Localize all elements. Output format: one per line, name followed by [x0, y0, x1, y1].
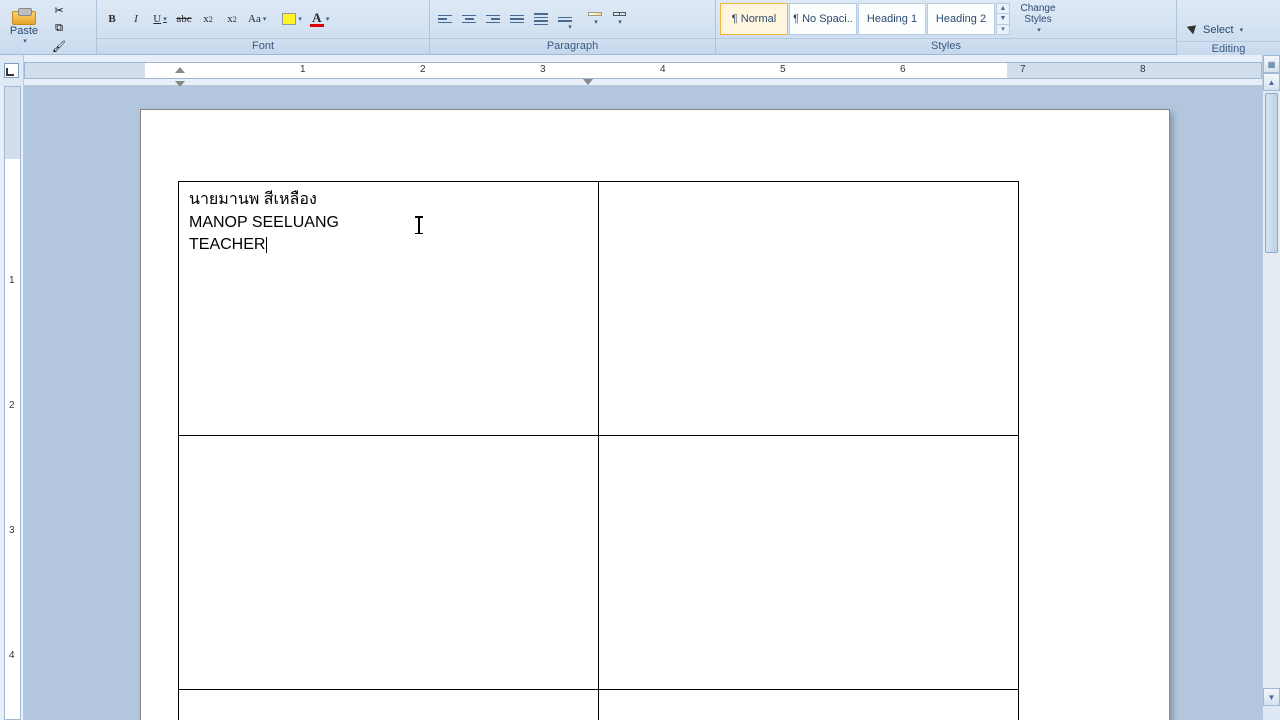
group-label-paragraph: Paragraph — [430, 38, 715, 54]
vertical-scrollbar[interactable]: ▦ ▲ ▼ — [1262, 55, 1280, 720]
borders-button[interactable]: ▾ — [608, 8, 630, 30]
distribute-button[interactable] — [530, 8, 552, 30]
font-color-icon: A — [310, 12, 324, 27]
align-right-button[interactable] — [482, 8, 504, 30]
page[interactable]: นายมานพ สีเหลือง MANOP SEELUANG TEACHER — [140, 109, 1170, 720]
copy-icon: ⧉ — [55, 22, 63, 35]
superscript-button[interactable]: x2 — [221, 8, 243, 30]
ruler-num: 6 — [900, 64, 906, 75]
document-viewport[interactable]: นายมานพ สีเหลือง MANOP SEELUANG TEACHER — [24, 86, 1262, 720]
group-clipboard: Paste ▾ ✂ ⧉ 🖌 Clipboard — [0, 0, 97, 54]
shading-button[interactable]: ▾ — [584, 8, 606, 30]
style-gallery-scroll[interactable]: ▲ ▼ ▾ — [996, 3, 1010, 35]
table-cell[interactable] — [179, 690, 599, 720]
ruler-toggle[interactable]: ▦ — [1263, 55, 1280, 73]
select-button[interactable]: Select ▾ — [1185, 21, 1272, 39]
bucket-icon — [588, 12, 602, 16]
subscript-button[interactable]: x2 — [197, 8, 219, 30]
group-editing: x Select ▾ Editing — [1177, 0, 1280, 54]
more-icon[interactable]: ▾ — [997, 25, 1009, 34]
align-left-button[interactable] — [434, 8, 456, 30]
change-styles-label: Change Styles — [1014, 3, 1062, 25]
ruler-num: 2 — [420, 64, 426, 75]
paste-icon — [12, 11, 36, 25]
vertical-ruler[interactable]: 1 2 3 4 — [0, 86, 24, 720]
chevron-down-icon: ▾ — [1037, 25, 1041, 36]
highlight-button[interactable]: ▾ — [279, 8, 305, 30]
text-cursor — [266, 237, 267, 253]
bold-button[interactable]: B — [101, 8, 123, 30]
line-spacing-button[interactable]: ▾ — [554, 8, 576, 30]
document-area: 1 2 3 4 นายมานพ สีเหลือง MANOP SEELUANG … — [0, 86, 1262, 720]
i-beam-cursor-icon — [418, 216, 420, 234]
tab-selector[interactable] — [0, 55, 24, 86]
ruler-num: 5 — [780, 64, 786, 75]
ruler-num: 7 — [1020, 64, 1026, 75]
ribbon: Paste ▾ ✂ ⧉ 🖌 Clipboard B I U▾ abc x2 x2… — [0, 0, 1280, 55]
justify-button[interactable] — [506, 8, 528, 30]
first-line-indent[interactable] — [175, 67, 185, 73]
group-label-font: Font — [97, 38, 429, 54]
scrollbar-corner — [1263, 706, 1280, 720]
text-line[interactable]: TEACHER — [189, 234, 588, 256]
align-center-button[interactable] — [458, 8, 480, 30]
ruler-num: 1 — [300, 64, 306, 75]
scrollbar-thumb[interactable] — [1265, 93, 1278, 253]
group-styles: ¶ Normal ¶ No Spaci.. Heading 1 Heading … — [716, 0, 1177, 54]
group-label-styles: Styles — [716, 38, 1176, 54]
style-normal[interactable]: ¶ Normal — [720, 3, 788, 35]
pointer-icon — [1189, 23, 1199, 37]
cut-button[interactable]: ✂ — [48, 2, 70, 18]
font-color-button[interactable]: A▾ — [307, 8, 333, 30]
document-table[interactable]: นายมานพ สีเหลือง MANOP SEELUANG TEACHER — [178, 181, 1019, 720]
ruler-num: 4 — [660, 64, 666, 75]
strikethrough-button[interactable]: abc — [173, 8, 195, 30]
scroll-up-button[interactable]: ▲ — [1263, 73, 1280, 91]
ruler-num: 8 — [1140, 64, 1146, 75]
ruler-num: 3 — [540, 64, 546, 75]
style-no-spacing[interactable]: ¶ No Spaci.. — [789, 3, 857, 35]
chevron-up-icon[interactable]: ▲ — [997, 4, 1009, 14]
scroll-down-button[interactable]: ▼ — [1263, 688, 1280, 706]
table-cell[interactable] — [599, 690, 1019, 720]
style-heading1[interactable]: Heading 1 — [858, 3, 926, 35]
horizontal-ruler[interactable]: 1 2 3 4 5 6 7 8 — [24, 62, 1262, 79]
table-cell[interactable]: นายมานพ สีเหลือง MANOP SEELUANG TEACHER — [179, 182, 599, 436]
copy-button[interactable]: ⧉ — [48, 20, 70, 36]
scrollbar-track[interactable] — [1263, 91, 1280, 688]
brush-icon: 🖌 — [52, 40, 66, 53]
right-indent[interactable] — [583, 79, 593, 85]
border-icon — [613, 12, 626, 16]
select-label: Select — [1203, 24, 1234, 36]
chevron-down-icon: ▾ — [1240, 26, 1244, 34]
scissors-icon: ✂ — [54, 4, 63, 17]
group-font: B I U▾ abc x2 x2 Aa▾ ▾ A▾ Font — [97, 0, 430, 54]
table-cell[interactable] — [179, 436, 599, 690]
text-line[interactable]: MANOP SEELUANG — [189, 212, 588, 234]
format-painter-button[interactable]: 🖌 — [48, 38, 70, 54]
chevron-down-icon: ▾ — [23, 37, 27, 45]
highlight-icon — [282, 13, 296, 25]
style-gallery: ¶ Normal ¶ No Spaci.. Heading 1 Heading … — [720, 3, 1010, 35]
paste-button[interactable]: Paste ▾ — [4, 11, 44, 45]
ruler-area: 1 2 3 4 5 6 7 8 — [0, 55, 1280, 86]
italic-button[interactable]: I — [125, 8, 147, 30]
table-cell[interactable] — [599, 182, 1019, 436]
table-cell[interactable] — [599, 436, 1019, 690]
style-heading2[interactable]: Heading 2 — [927, 3, 995, 35]
underline-button[interactable]: U▾ — [149, 8, 171, 30]
paste-label: Paste — [10, 25, 38, 37]
text-line[interactable]: นายมานพ สีเหลือง — [189, 189, 588, 211]
change-styles-button[interactable]: Change Styles ▾ — [1014, 2, 1062, 36]
chevron-down-icon[interactable]: ▼ — [997, 14, 1009, 24]
group-paragraph: ▾ ▾ ▾ Paragraph — [430, 0, 716, 54]
change-case-button[interactable]: Aa▾ — [245, 8, 269, 30]
